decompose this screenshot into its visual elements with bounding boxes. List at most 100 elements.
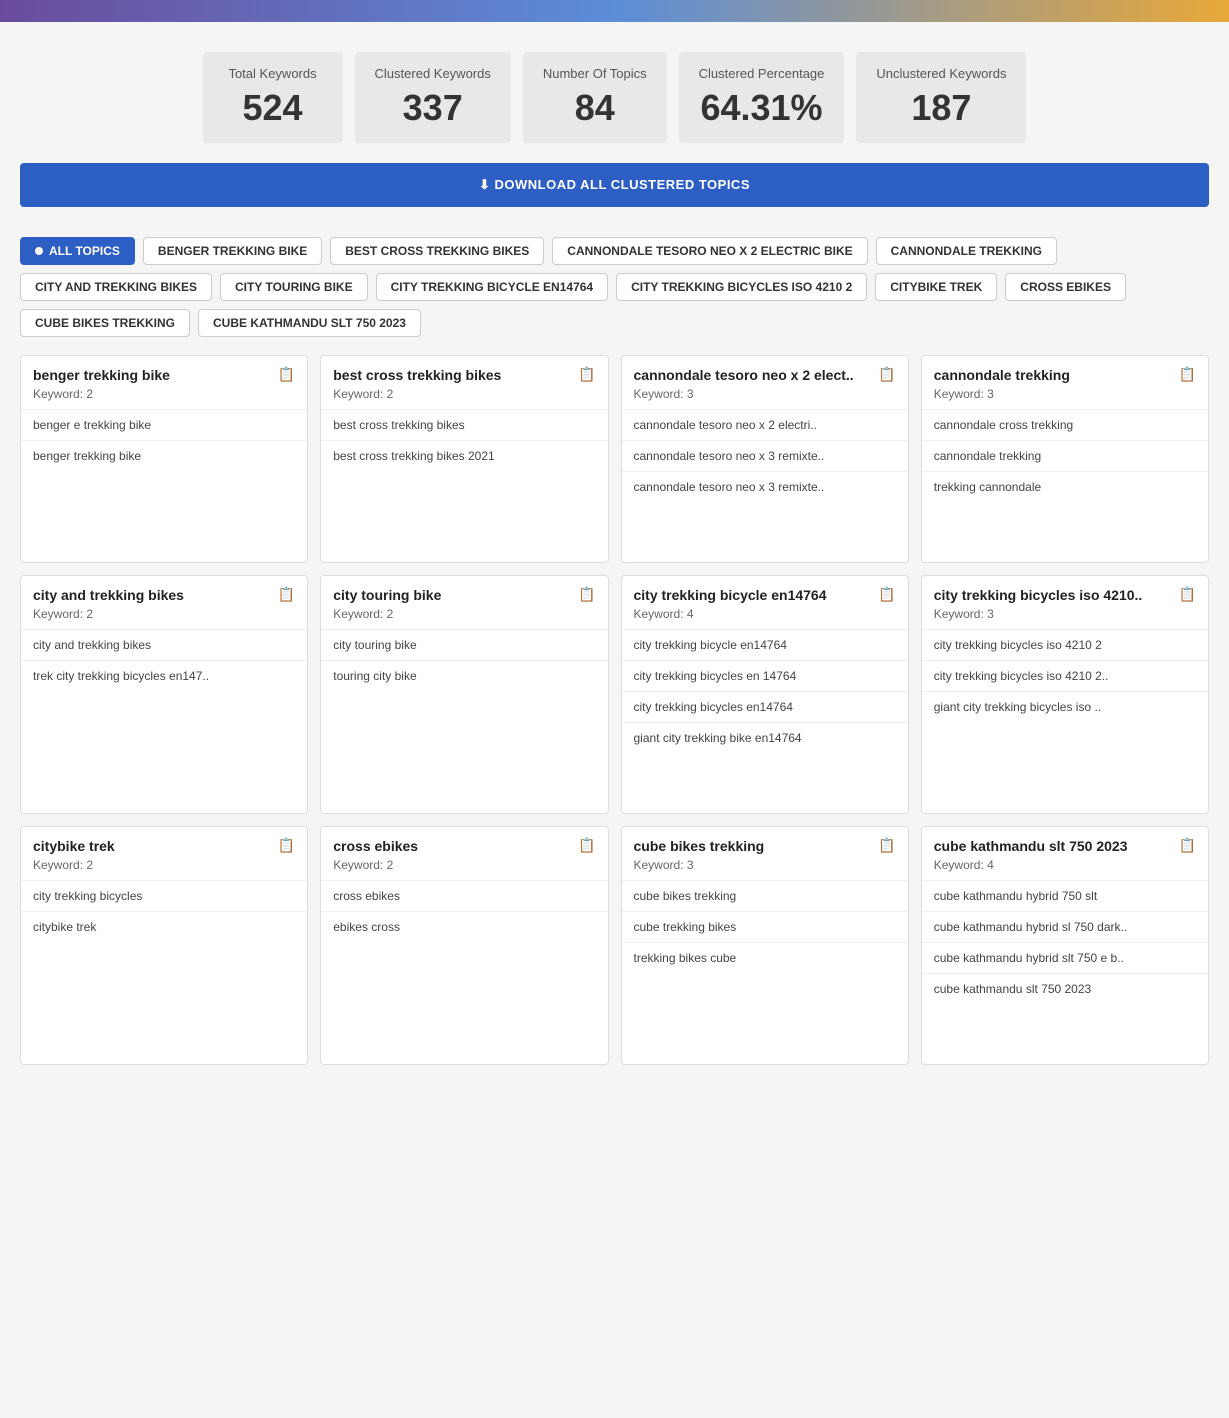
card-header: city trekking bicycles iso 4210.. 📋: [922, 576, 1208, 607]
stat-card: Unclustered Keywords 187: [856, 52, 1026, 143]
list-item: city trekking bicycles en 14764: [622, 661, 908, 692]
card-download-icon[interactable]: 📋: [278, 837, 295, 854]
topic-tag[interactable]: BEST CROSS TREKKING BIKES: [330, 237, 544, 265]
card-title: benger trekking bike: [33, 367, 170, 383]
topic-tag[interactable]: CITY TREKKING BICYCLE EN14764: [376, 273, 609, 301]
list-item: citybike trek: [21, 912, 307, 942]
topic-tag[interactable]: CITY TOURING BIKE: [220, 273, 368, 301]
list-item: city trekking bicycle en14764: [622, 630, 908, 661]
card-spacer: [321, 942, 607, 1002]
card-title: city trekking bicycle en14764: [634, 587, 827, 603]
list-item: cannondale cross trekking: [922, 410, 1208, 441]
card-keyword-count: Keyword: 2: [321, 607, 607, 629]
card-header: cross ebikes📋: [321, 827, 607, 858]
card-header: citybike trek📋: [21, 827, 307, 858]
card-title: cube kathmandu slt 750 2023: [934, 838, 1128, 854]
card-download-icon[interactable]: 📋: [1179, 366, 1196, 383]
card-download-icon[interactable]: 📋: [878, 837, 895, 854]
stat-label: Clustered Percentage: [699, 66, 825, 81]
list-item: ebikes cross: [321, 912, 607, 942]
card-spacer: [922, 722, 1208, 782]
download-all-button[interactable]: ⬇ DOWNLOAD ALL CLUSTERED TOPICS: [20, 163, 1209, 207]
card-title: city touring bike: [333, 587, 441, 603]
card-header: city trekking bicycle en14764 📋: [622, 576, 908, 607]
card-keyword-count: Keyword: 2: [21, 858, 307, 880]
card-header: best cross trekking bikes 📋: [321, 356, 607, 387]
card-spacer: [321, 471, 607, 531]
card-spacer: [622, 753, 908, 813]
card-items: benger e trekking bikebenger trekking bi…: [21, 409, 307, 471]
topic-card: benger trekking bike 📋 Keyword: 2benger e …: [20, 355, 308, 563]
card-spacer: [321, 691, 607, 751]
card-download-icon[interactable]: 📋: [878, 366, 895, 383]
card-keyword-count: Keyword: 3: [922, 607, 1208, 629]
card-download-icon[interactable]: 📋: [878, 586, 895, 603]
card-keyword-count: Keyword: 2: [21, 387, 307, 409]
card-download-icon[interactable]: 📋: [1179, 586, 1196, 603]
card-title: city trekking bicycles iso 4210..: [934, 587, 1143, 603]
card-download-icon[interactable]: 📋: [578, 586, 595, 603]
card-keyword-count: Keyword: 3: [922, 387, 1208, 409]
card-header: city and trekking bikes 📋: [21, 576, 307, 607]
topic-card: cube bikes trekking📋Keyword: 3cube bikes…: [621, 826, 909, 1065]
card-items: city trekking bicycle en14764city trekki…: [622, 629, 908, 753]
card-items: cube bikes trekkingcube trekking bikestr…: [622, 880, 908, 973]
topic-tag[interactable]: CITYBIKE TREK: [875, 273, 997, 301]
card-items: cross ebikesebikes cross: [321, 880, 607, 942]
topic-card: cannondale trekking📋Keyword: 3cannondale…: [921, 355, 1209, 563]
topic-tag[interactable]: CANNONDALE TESORO NEO X 2 ELECTRIC BIKE: [552, 237, 867, 265]
card-items: cube kathmandu hybrid 750 sltcube kathma…: [922, 880, 1208, 1004]
stat-value: 187: [876, 87, 1006, 129]
list-item: cube trekking bikes: [622, 912, 908, 943]
stats-section: Total Keywords 524 Clustered Keywords 33…: [0, 22, 1229, 163]
card-items: cannondale cross trekkingcannondale trek…: [922, 409, 1208, 502]
card-title: city and trekking bikes: [33, 587, 184, 603]
card-keyword-count: Keyword: 3: [622, 387, 908, 409]
topic-tag[interactable]: CROSS EBIKES: [1005, 273, 1126, 301]
card-items: city and trekking bikestrek city trekkin…: [21, 629, 307, 691]
topic-tag[interactable]: CANNONDALE TREKKING: [876, 237, 1057, 265]
card-title: best cross trekking bikes: [333, 367, 501, 383]
card-spacer: [622, 502, 908, 562]
list-item: trekking cannondale: [922, 472, 1208, 502]
card-download-icon[interactable]: 📋: [278, 366, 295, 383]
card-keyword-count: Keyword: 4: [622, 607, 908, 629]
topic-tag[interactable]: CITY AND TREKKING BIKES: [20, 273, 212, 301]
topic-tag[interactable]: CITY TREKKING BICYCLES ISO 4210 2: [616, 273, 867, 301]
list-item: trek city trekking bicycles en147..: [21, 661, 307, 691]
topic-tag[interactable]: CUBE BIKES TREKKING: [20, 309, 190, 337]
stat-value: 337: [375, 87, 491, 129]
card-header: cube bikes trekking📋: [622, 827, 908, 858]
list-item: best cross trekking bikes 2021: [321, 441, 607, 471]
card-download-icon[interactable]: 📋: [578, 366, 595, 383]
list-item: cube kathmandu hybrid sl 750 dark..: [922, 912, 1208, 943]
card-header: cannondale tesoro neo x 2 elect..📋: [622, 356, 908, 387]
stat-value: 84: [543, 87, 647, 129]
card-keyword-count: Keyword: 2: [321, 387, 607, 409]
topic-card: city trekking bicycles iso 4210.. 📋 Keywor…: [921, 575, 1209, 814]
topic-card: cross ebikes📋Keyword: 2cross ebikesebike…: [320, 826, 608, 1065]
stat-card: Clustered Keywords 337: [355, 52, 511, 143]
card-items: cannondale tesoro neo x 2 electri..canno…: [622, 409, 908, 502]
list-item: giant city trekking bicycles iso ..: [922, 692, 1208, 722]
list-item: cube kathmandu hybrid 750 slt: [922, 881, 1208, 912]
topic-tag[interactable]: BENGER TREKKING BIKE: [143, 237, 322, 265]
list-item: benger e trekking bike: [21, 410, 307, 441]
list-item: city trekking bicycles iso 4210 2..: [922, 661, 1208, 692]
topic-card: city and trekking bikes📋Keyword: 2city a…: [20, 575, 308, 814]
stat-label: Clustered Keywords: [375, 66, 491, 81]
header-bar: [0, 0, 1229, 22]
list-item: cannondale tesoro neo x 2 electri..: [622, 410, 908, 441]
card-download-icon[interactable]: 📋: [1179, 837, 1196, 854]
stat-label: Unclustered Keywords: [876, 66, 1006, 81]
card-keyword-count: Keyword: 2: [321, 858, 607, 880]
topic-tag[interactable]: CUBE KATHMANDU SLT 750 2023: [198, 309, 421, 337]
card-keyword-count: Keyword: 4: [922, 858, 1208, 880]
card-download-icon[interactable]: 📋: [578, 837, 595, 854]
topic-card: city trekking bicycle en14764 📋 Keyword: 4…: [621, 575, 909, 814]
list-item: city and trekking bikes: [21, 630, 307, 661]
list-item: cube bikes trekking: [622, 881, 908, 912]
card-download-icon[interactable]: 📋: [278, 586, 295, 603]
list-item: best cross trekking bikes: [321, 410, 607, 441]
topic-tag[interactable]: ALL TOPICS: [20, 237, 135, 265]
